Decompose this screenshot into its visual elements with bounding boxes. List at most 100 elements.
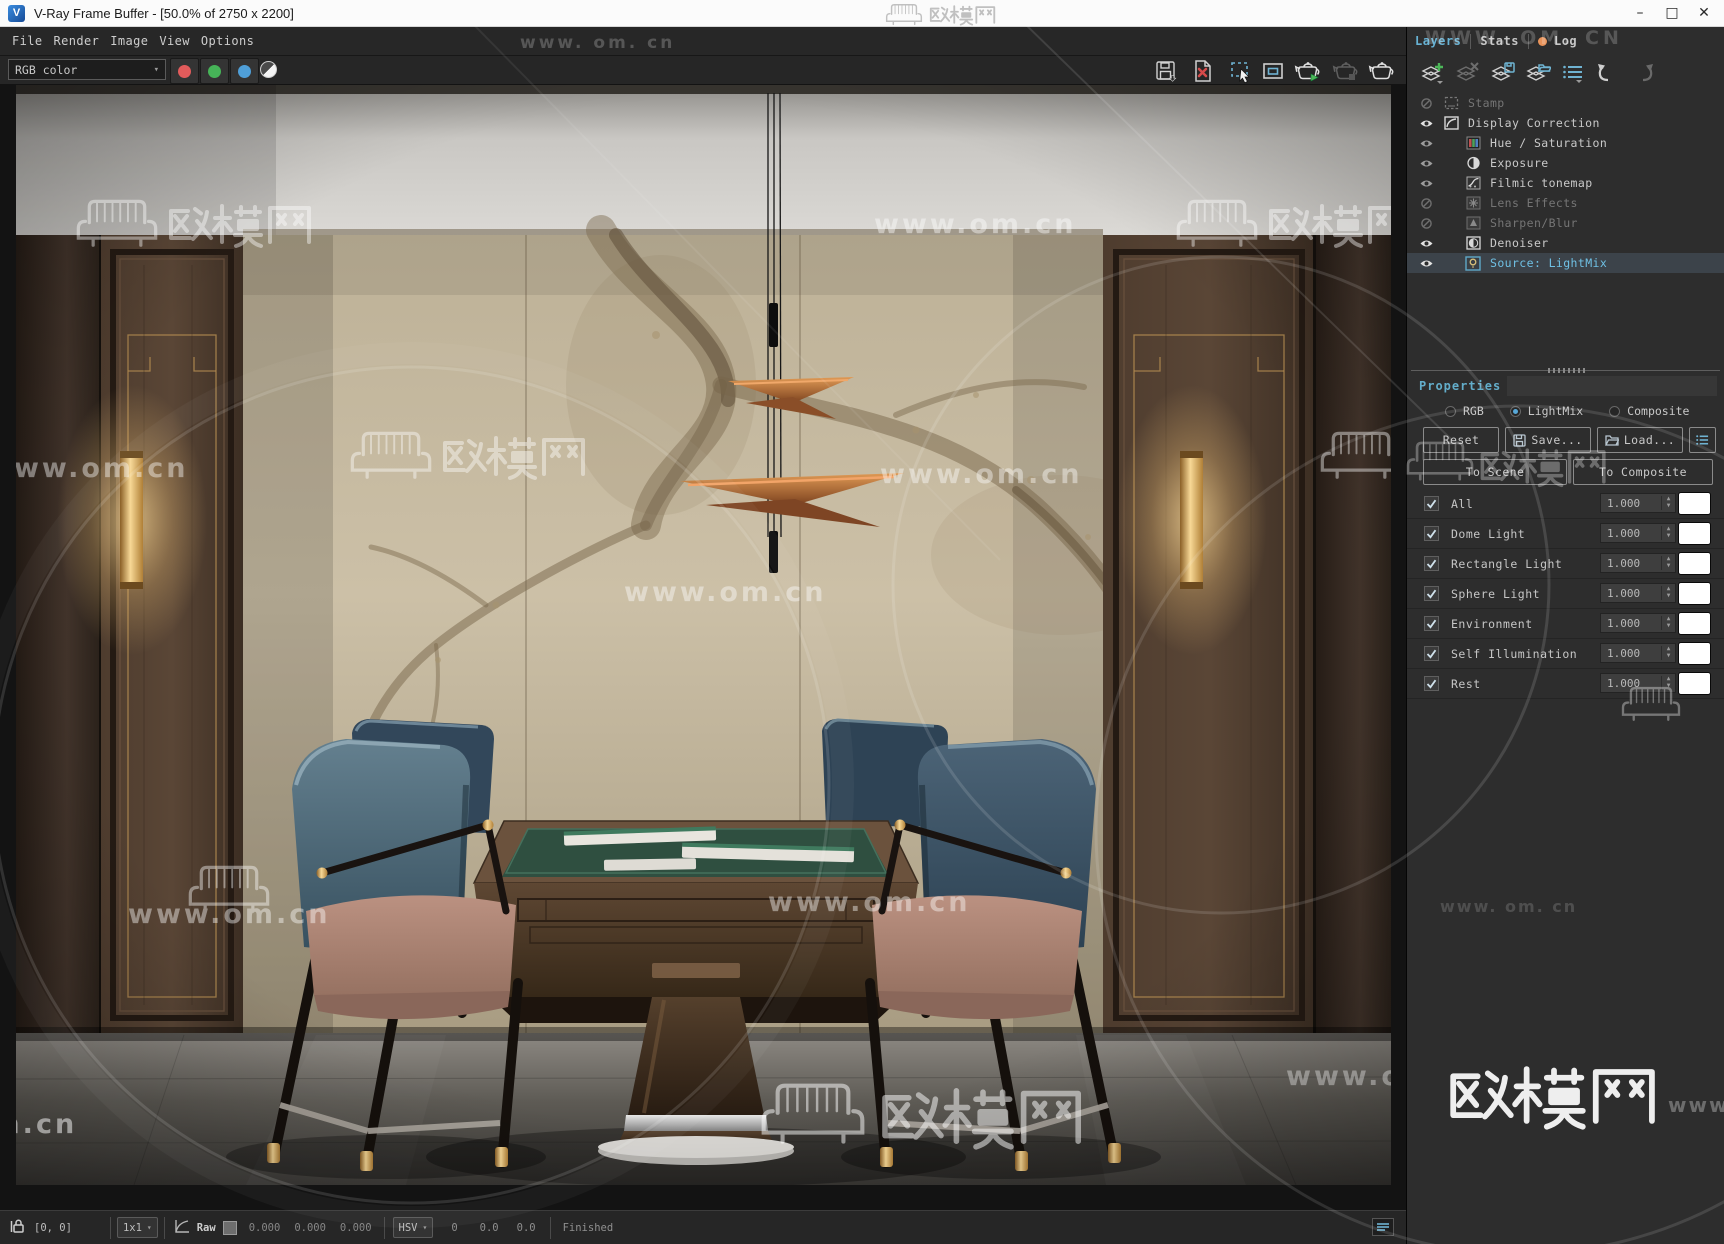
probe-color-swatch [222,1220,237,1235]
layer-row-source-lightmix[interactable]: Source: LightMix [1407,253,1724,273]
lightmix-row-all: All 1.000 ▲ ▼ [1407,489,1724,519]
visibility-eye-icon[interactable] [1417,158,1435,169]
to-scene-button[interactable]: To Scene [1423,459,1567,485]
layer-options-menu-button[interactable] [1559,60,1587,86]
layer-row-stamp[interactable]: Stamp [1407,93,1724,113]
undo-button[interactable] [1594,60,1622,86]
radio-lightmix[interactable]: LightMix [1509,404,1583,418]
status-log-icon[interactable] [1372,1218,1394,1236]
value-spinner[interactable]: 1.000 ▲ ▼ [1600,613,1676,633]
checkbox-checked-icon[interactable] [1424,646,1439,661]
stamp-icon [1443,96,1459,111]
lightmix-rows: All 1.000 ▲ ▼ Dome Light 1.000 ▲ ▼ Rectangle… [1407,489,1724,699]
render-button-disabled[interactable] [1332,58,1360,84]
light-color-swatch[interactable] [1678,612,1711,635]
value-spinner[interactable]: 1.000 ▲ ▼ [1600,553,1676,573]
checkbox-checked-icon[interactable] [1424,496,1439,511]
layer-row-display-correction[interactable]: Display Correction [1407,113,1724,133]
tab-stats[interactable]: Stats [1480,34,1519,48]
visibility-disabled-icon[interactable] [1417,97,1435,110]
visibility-disabled-icon[interactable] [1417,197,1435,210]
color-space-dropdown[interactable]: HSV ▾ [392,1217,434,1238]
light-color-swatch[interactable] [1678,582,1711,605]
red-channel-icon [178,64,191,78]
radio-composite[interactable]: Composite [1609,404,1689,418]
tab-log[interactable]: Log [1537,34,1577,48]
save-image-button[interactable] [1152,58,1180,84]
window-titlebar: V V-Ray Frame Buffer - [50.0% of 2750 x … [0,0,1724,27]
menu-render[interactable]: Render [54,34,100,48]
pixel-probe-lock-icon[interactable] [10,1218,26,1238]
radio-icon [1509,405,1521,417]
reset-button[interactable]: Reset [1423,427,1499,453]
maximize-button[interactable]: □ [1656,0,1688,26]
channel-select-dropdown[interactable]: RGB color ▾ [8,59,166,80]
visibility-eye-icon[interactable] [1417,258,1435,269]
render-last-button[interactable] [1294,58,1322,84]
value-spinner[interactable]: 1.000 ▲ ▼ [1600,673,1676,693]
checkbox-checked-icon[interactable] [1424,616,1439,631]
menu-file[interactable]: File [12,34,43,48]
tab-layers[interactable]: Layers [1415,34,1461,48]
checkbox-checked-icon[interactable] [1424,556,1439,571]
alpha-channel-icon[interactable] [260,61,277,78]
lightmix-menu-button[interactable] [1689,427,1716,453]
raw-b-value: 0.000 [339,1221,372,1234]
layer-row-sharpen-blur[interactable]: Sharpen/Blur [1407,213,1724,233]
properties-title: Properties [1419,379,1502,393]
redo-button[interactable] [1629,60,1657,86]
light-color-swatch[interactable] [1678,552,1711,575]
checkbox-checked-icon[interactable] [1424,586,1439,601]
load-button[interactable]: Load... [1597,427,1683,453]
corrections-preview-button[interactable] [1259,58,1287,84]
visibility-eye-icon[interactable] [1417,178,1435,189]
raw-r-value: 0.000 [248,1221,281,1234]
menu-view[interactable]: View [159,34,190,48]
value-spinner[interactable]: 1.000 ▲ ▼ [1600,583,1676,603]
render-image: www.om.cn www.om.cn www.om.cn www.om.cn … [16,85,1391,1185]
properties-header: Properties [1407,374,1724,398]
light-color-swatch[interactable] [1678,642,1711,665]
minimize-button[interactable]: – [1624,0,1656,26]
light-color-swatch[interactable] [1678,672,1711,695]
menu-options[interactable]: Options [201,34,254,48]
load-layers-button[interactable] [1524,60,1552,86]
layer-row-hue-saturation[interactable]: Hue / Saturation [1407,133,1724,153]
save-button[interactable]: Save... [1505,427,1591,453]
visibility-eye-icon[interactable] [1417,138,1435,149]
vfb-toolbar: RGB color ▾ [0,55,1406,84]
layer-row-lens-effects[interactable]: Lens Effects [1407,193,1724,213]
zoom-select-dropdown[interactable]: 1x1 ▾ [116,1217,158,1238]
region-render-button[interactable] [1226,58,1254,84]
delete-layer-button[interactable] [1454,60,1482,86]
layer-row-denoiser[interactable]: Denoiser [1407,233,1724,253]
add-layer-button[interactable] [1419,60,1447,86]
close-button[interactable]: ✕ [1688,0,1720,26]
value-spinner[interactable]: 1.000 ▲ ▼ [1600,523,1676,543]
green-channel-button[interactable] [200,58,229,84]
blue-channel-button[interactable] [230,58,259,84]
checkbox-checked-icon[interactable] [1424,676,1439,691]
to-composite-button[interactable]: To Composite [1573,459,1713,485]
chevron-down-icon: ▾ [146,1223,152,1232]
chevron-down-icon: ▾ [153,64,159,75]
render-status: Finished [562,1221,614,1234]
light-color-swatch[interactable] [1678,492,1711,515]
panel-splitter[interactable] [1407,367,1724,374]
render-viewport[interactable]: www.om.cn www.om.cn www.om.cn www.om.cn … [0,84,1406,1210]
menu-image[interactable]: Image [110,34,148,48]
clear-image-button[interactable] [1189,58,1217,84]
visibility-disabled-icon[interactable] [1417,217,1435,230]
value-spinner[interactable]: 1.000 ▲ ▼ [1600,493,1676,513]
layer-row-exposure[interactable]: Exposure [1407,153,1724,173]
radio-rgb[interactable]: RGB [1445,404,1484,418]
value-spinner[interactable]: 1.000 ▲ ▼ [1600,643,1676,663]
red-channel-button[interactable] [170,58,199,84]
save-layers-button[interactable] [1489,60,1517,86]
visibility-eye-icon[interactable] [1417,118,1435,129]
light-color-swatch[interactable] [1678,522,1711,545]
layer-row-filmic-tonemap[interactable]: Filmic tonemap [1407,173,1724,193]
visibility-eye-icon[interactable] [1417,238,1435,249]
checkbox-checked-icon[interactable] [1424,526,1439,541]
render-region-teapot-button[interactable] [1368,58,1396,84]
